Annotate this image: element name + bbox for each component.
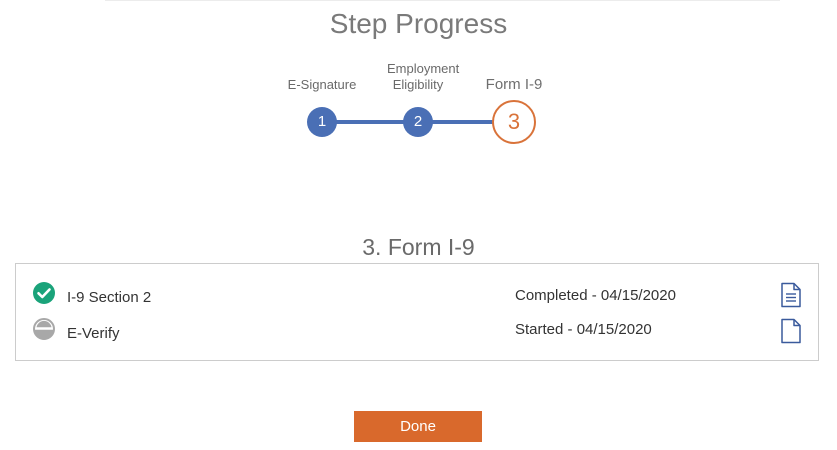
step-circle-3-current: 3	[492, 100, 536, 144]
item-name: I-9 Section 2	[67, 289, 152, 306]
section-heading: 3. Form I-9	[362, 234, 475, 260]
document-lines-icon[interactable]	[780, 282, 802, 308]
item-name: E-Verify	[67, 325, 120, 342]
item-status: Started - 04/15/2020	[515, 321, 652, 338]
step-label-form-i9: Form I-9	[485, 76, 543, 93]
check-circle-icon	[33, 282, 55, 304]
half-circle-icon	[33, 318, 55, 340]
step-label-employment-eligibility-text: Employment Eligibility	[387, 61, 460, 92]
status-row-e-verify: E-Verify Started - 04/15/2020	[16, 318, 818, 344]
done-button[interactable]: Done	[354, 411, 482, 442]
form-i9-status-panel: I-9 Section 2 Completed - 04/15/2020 E-V…	[15, 263, 819, 361]
step-label-e-signature: E-Signature	[287, 77, 357, 92]
item-status: Completed - 04/15/2020	[515, 287, 676, 304]
document-blank-icon[interactable]	[780, 318, 802, 344]
step-progress-page: Step Progress E-Signature Employment Eli…	[0, 0, 837, 450]
step-label-employment-eligibility: Employment Eligibility	[368, 61, 468, 93]
step-progress-indicator: E-Signature Employment Eligibility Form …	[0, 0, 837, 160]
step-circle-2[interactable]: 2	[403, 107, 433, 137]
step-circle-1[interactable]: 1	[307, 107, 337, 137]
status-row-i9-section-2: I-9 Section 2 Completed - 04/15/2020	[16, 282, 818, 308]
